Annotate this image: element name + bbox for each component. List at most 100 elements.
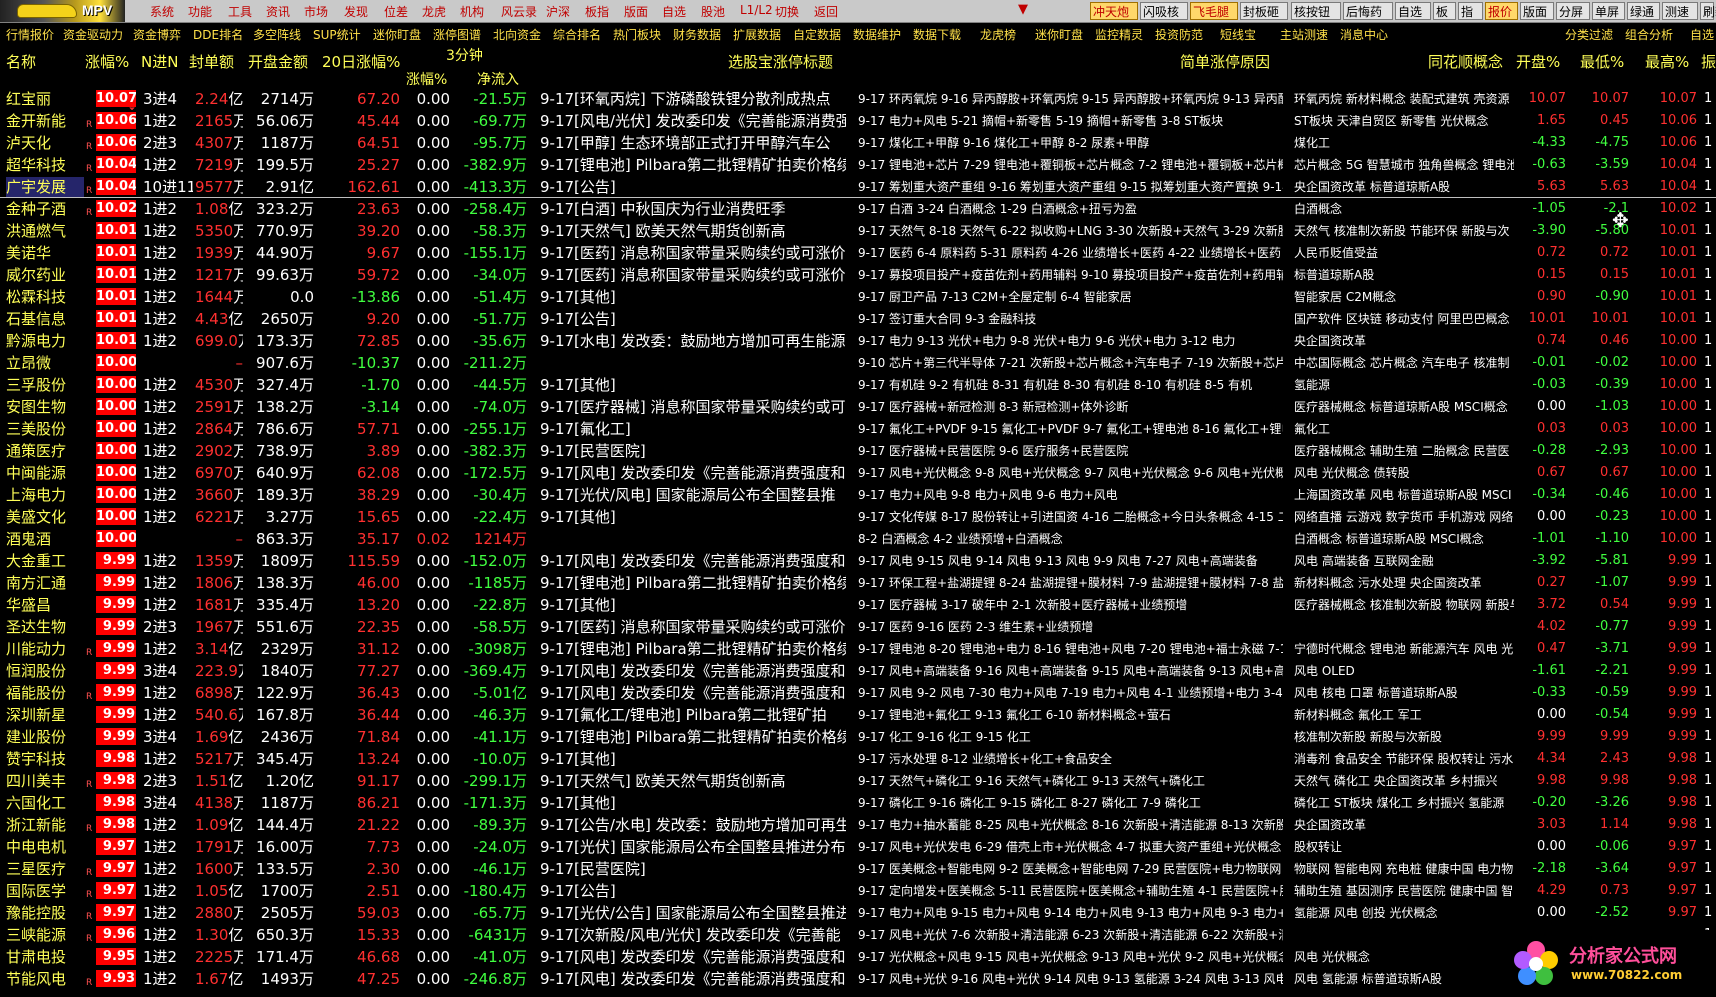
table-row[interactable]: 华盛昌 9.99 1进2 1681万 335.4万 13.20 0.00 -22.8万 9-17…: [0, 594, 1716, 616]
table-row[interactable]: 南方汇通 9.99 1进2 1806万 138.3万 46.00 0.00 -1185万 9-1…: [0, 572, 1716, 594]
stock-name[interactable]: 川能动力: [6, 639, 84, 659]
stock-name[interactable]: 福能股份: [6, 683, 84, 703]
table-row[interactable]: 威尔药业 10.01 1进2 1217万 99.63万 59.72 0.00 -34.0万 9-…: [0, 264, 1716, 286]
table-row[interactable]: 中电电机 9.97 1进2 1791万 16.00万 7.73 0.00 -24.0万 9-17…: [0, 836, 1716, 858]
function-tab[interactable]: SUP统计: [313, 26, 361, 43]
function-tab[interactable]: 资金驱动力: [63, 26, 123, 43]
table-row[interactable]: 建业股份 9.99 3进4 1.69亿 2436万 71.84 0.00 -41.1万 9-17…: [0, 726, 1716, 748]
menu-item[interactable]: 市场: [304, 3, 328, 20]
table-row[interactable]: 福能股份 R 9.99 1进2 6898万 122.9万 36.43 0.00 -5.01亿 9-…: [0, 682, 1716, 704]
col-header-pct[interactable]: 涨幅%: [85, 51, 129, 72]
table-row[interactable]: 美诺华 10.01 1进2 1939万 44.90万 9.67 0.00 -155.1万 9-1…: [0, 242, 1716, 264]
col-header-concept[interactable]: 同花顺概念: [1428, 51, 1503, 72]
function-tab[interactable]: 自选: [1690, 26, 1714, 43]
table-row[interactable]: 三孚股份 10.00 1进2 4530万 327.4万 -1.70 0.00 -44.5万 9-…: [0, 374, 1716, 396]
table-row[interactable]: 川能动力 R 9.99 1进2 3.14亿 2329万 31.12 0.00 -3098万 9-1…: [0, 638, 1716, 660]
toolbar-button[interactable]: 测速: [1662, 2, 1698, 20]
function-tab[interactable]: 龙虎榜: [980, 26, 1016, 43]
function-tab[interactable]: DDE排名: [193, 26, 243, 43]
col-header-fdj[interactable]: 封单额: [189, 51, 234, 72]
table-row[interactable]: 超华科技 R 10.04 1进2 7219万 199.5万 25.27 0.00 -382.9万…: [0, 154, 1716, 176]
col-header-open[interactable]: 开盘%: [1516, 51, 1560, 72]
stock-name[interactable]: 浙江新能: [6, 815, 84, 835]
table-row[interactable]: 圣达生物 9.99 2进3 1967万 551.6万 22.35 0.00 -58.5万 9-1…: [0, 616, 1716, 638]
dropdown-arrow-icon[interactable]: ▼: [1018, 2, 1028, 17]
table-row[interactable]: 上海电力 10.00 1进2 3660万 189.3万 38.29 0.00 -30.4万 9-…: [0, 484, 1716, 506]
toolbar-button[interactable]: 冲天炮: [1090, 2, 1138, 20]
stock-name[interactable]: 立昂微: [6, 353, 84, 373]
toolbar-button[interactable]: 闪吸核: [1140, 2, 1188, 20]
menu-item[interactable]: 发现: [344, 3, 368, 20]
table-row[interactable]: 广宇发展 R 10.04 10进11 9577万 2.91亿 162.61 0.00 -413.…: [0, 176, 1716, 198]
menu-item[interactable]: 位差: [384, 3, 408, 20]
function-tab[interactable]: 分类过滤: [1565, 26, 1613, 43]
table-row[interactable]: 国际医学 R 9.97 1进2 1.05亿 1700万 2.51 0.00 -180.4万 9-1…: [0, 880, 1716, 902]
table-row[interactable]: 三美股份 10.00 1进2 2864万 786.6万 57.71 0.00 -255.1万 9…: [0, 418, 1716, 440]
table-row[interactable]: 节能风电 R 9.93 1进2 1.67亿 1493万 47.25 0.00 -246.8万 9-…: [0, 968, 1716, 990]
toolbar-button[interactable]: 指: [1458, 2, 1483, 20]
stock-name[interactable]: 华盛昌: [6, 595, 84, 615]
function-tab[interactable]: 数据维护: [853, 26, 901, 43]
stock-name[interactable]: 恒润股份: [6, 661, 84, 681]
stock-name[interactable]: 大金重工: [6, 551, 84, 571]
stock-name[interactable]: 三美股份: [6, 419, 84, 439]
col-header-3min[interactable]: 3分钟: [446, 45, 483, 65]
stock-name[interactable]: 国际医学: [6, 881, 84, 901]
table-row[interactable]: 大金重工 9.99 1进2 1359万 1809万 115.59 0.00 -152.0万 9-…: [0, 550, 1716, 572]
table-row[interactable]: 美盛文化 10.00 1进2 6221万 3.27万 15.65 0.00 -22.4万 9-1…: [0, 506, 1716, 528]
stock-name[interactable]: 泸天化: [6, 133, 84, 153]
stock-name[interactable]: 六国化工: [6, 793, 84, 813]
menu-item[interactable]: 切换: [775, 3, 799, 20]
table-row[interactable]: 四川美丰 R 9.98 2进3 1.51亿 1.20亿 91.17 0.00 -299.1万 9-…: [0, 770, 1716, 792]
col-header-net[interactable]: 净流入: [477, 69, 519, 89]
function-tab[interactable]: 行情报价: [6, 26, 54, 43]
stock-name[interactable]: 松霖科技: [6, 287, 84, 307]
stock-name[interactable]: 建业股份: [6, 727, 84, 747]
function-tab[interactable]: 组合分析: [1625, 26, 1673, 43]
table-row[interactable]: 酒鬼酒 10.00 –863.3万 35.17 0.02 1214万 8-2 白酒概念 4-…: [0, 528, 1716, 550]
stock-name[interactable]: 四川美丰: [6, 771, 84, 791]
menu-item[interactable]: 风云录: [501, 3, 537, 20]
toolbar-button[interactable]: 飞毛腿: [1190, 2, 1238, 20]
toolbar-button[interactable]: 后悔药: [1343, 2, 1393, 20]
table-row[interactable]: 三星医疗 R 9.97 1进2 1600万 133.5万 2.30 0.00 -46.1万 9-1…: [0, 858, 1716, 880]
function-tab[interactable]: 监控精灵: [1095, 26, 1143, 43]
table-row[interactable]: 甘肃电投 9.95 1进2 2225万 171.4万 46.68 0.00 -41.0万 9-1…: [0, 946, 1716, 968]
table-row[interactable]: 金种子酒 R 10.02 1进2 1.08亿 323.2万 23.63 0.00 -258.4万…: [0, 198, 1716, 220]
toolbar-button[interactable]: 绿通: [1627, 2, 1660, 20]
function-tab[interactable]: 迷你盯盘: [1035, 26, 1083, 43]
stock-name[interactable]: 赞宇科技: [6, 749, 84, 769]
function-tab[interactable]: 财务数据: [673, 26, 721, 43]
stock-name[interactable]: 黔源电力: [6, 331, 84, 351]
table-row[interactable]: 赞宇科技 9.98 1进2 5217万 345.4万 13.24 0.00 -10.0万 9-1…: [0, 748, 1716, 770]
table-row[interactable]: 安图生物 10.00 1进2 2591万 138.2万 -3.14 0.00 -74.0万 9-…: [0, 396, 1716, 418]
toolbar-button[interactable]: 刷新: [1700, 2, 1716, 20]
stock-name[interactable]: 威尔药业: [6, 265, 84, 285]
menu-item[interactable]: L1/L2: [740, 3, 773, 17]
toolbar-button[interactable]: 封板砸: [1240, 2, 1288, 20]
stock-name[interactable]: 中电电机: [6, 837, 84, 857]
stock-name[interactable]: 金开新能: [6, 111, 84, 131]
menu-item[interactable]: 自选: [662, 3, 686, 20]
function-tab[interactable]: 多空阵线: [253, 26, 301, 43]
stock-name[interactable]: 美诺华: [6, 243, 84, 263]
function-tab[interactable]: 综合排名: [553, 26, 601, 43]
stock-name[interactable]: 深圳新星: [6, 705, 84, 725]
stock-name[interactable]: 三峡能源: [6, 925, 84, 945]
col-header-reason[interactable]: 选股宝涨停标题: [728, 51, 833, 72]
menu-item[interactable]: 沪深: [546, 3, 570, 20]
function-tab[interactable]: 资金博弈: [133, 26, 181, 43]
menu-item[interactable]: 系统: [150, 3, 174, 20]
toolbar-button[interactable]: 板: [1433, 2, 1456, 20]
table-row[interactable]: 红宝丽 10.07 3进4 2.24亿 2714万 67.20 0.00 -21.5万 9-17…: [0, 88, 1716, 110]
stock-name[interactable]: 金种子酒: [6, 199, 84, 219]
col-header-low[interactable]: 最低%: [1580, 51, 1624, 72]
stock-name[interactable]: 圣达生物: [6, 617, 84, 637]
menu-item[interactable]: 板指: [585, 3, 609, 20]
table-row[interactable]: 恒润股份9.993进4223.9万1840万77.270.00-369.4万9-…: [0, 660, 1716, 682]
function-tab[interactable]: 短线宝: [1220, 26, 1256, 43]
table-row[interactable]: 通策医疗 10.00 1进2 2902万 738.9万 3.89 0.00 -382.3万 9-…: [0, 440, 1716, 462]
menu-item[interactable]: 机构: [460, 3, 484, 20]
stock-name[interactable]: 石基信息: [6, 309, 84, 329]
stock-name[interactable]: 通策医疗: [6, 441, 84, 461]
